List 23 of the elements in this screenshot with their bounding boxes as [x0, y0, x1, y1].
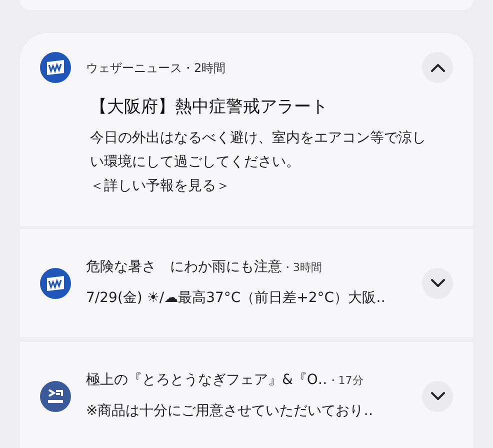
notification-body: ※商品は十分にご用意させていただいており‥ [86, 402, 374, 421]
chevron-down-icon [430, 391, 446, 401]
notification-body: 今日の外出はなるべく避け、室内をエアコン等で涼しい環境にして過ごしてください。 [90, 129, 427, 172]
notification-card[interactable]: 極上の『とろとうなぎフェア』&『O‥・17分 ※商品は十分にご用意させていただいており‥ [20, 342, 473, 448]
app-icon [40, 268, 71, 298]
notification-card[interactable]: 危険な暑さ にわか雨にも注意・3時間 7/29(金) ☀/☁最高37°C（前日差+2°C）大阪‥ [20, 229, 473, 337]
notification-card[interactable]: ウェザーニュース・2時間 【大阪府】熱中症警戒アラート 今日の外出はなるべく避け、室内をエアコン等で涼しい環境にして過ごしてください。 ＜詳しい予報を見る＞ [20, 33, 473, 226]
expand-button[interactable] [422, 52, 453, 83]
time-label: ・2時間 [182, 60, 226, 76]
app-icon [40, 380, 71, 412]
app-icon [40, 52, 71, 83]
chevron-up-icon [430, 62, 446, 72]
time-label: ・3時間 [282, 260, 322, 276]
expand-button[interactable] [422, 268, 453, 298]
expand-button[interactable] [422, 380, 453, 412]
notification-body: 7/29(金) ☀/☁最高37°C（前日差+2°C）大阪‥ [86, 289, 386, 308]
notification-title: 危険な暑さ にわか雨にも注意 [86, 258, 282, 277]
forecast-link[interactable]: ＜詳しい予報を見る＞ [90, 174, 439, 198]
app-name: ウェザーニュース [86, 60, 182, 76]
time-label: ・17分 [327, 373, 364, 389]
notification-title: 極上の『とろとうなぎフェア』&『O‥ [86, 371, 328, 390]
notification-title: 【大阪府】熱中症警戒アラート [90, 96, 329, 119]
chevron-down-icon [430, 278, 446, 288]
